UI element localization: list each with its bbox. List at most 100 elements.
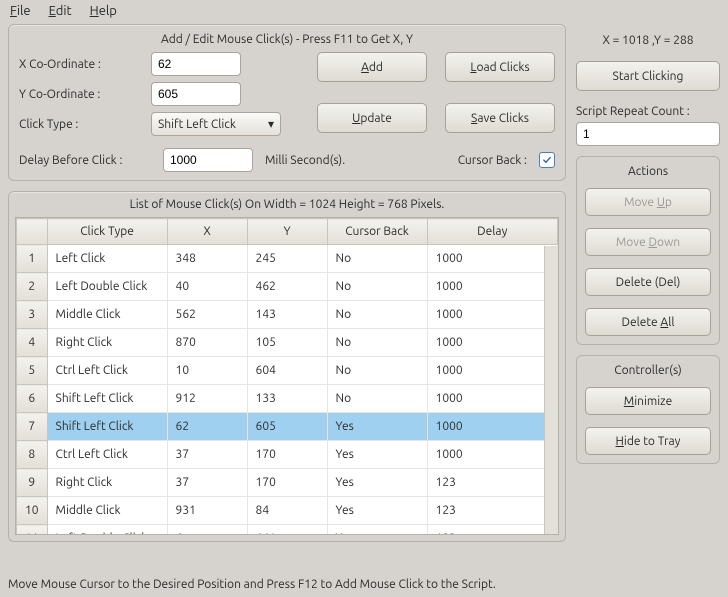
cell-type: Right Click — [47, 469, 167, 497]
move-up-button[interactable]: Move Up — [585, 188, 711, 216]
table-row[interactable]: 11 Left Double Click 6 441 Yes 123 — [17, 525, 558, 536]
row-num: 3 — [17, 301, 48, 329]
cell-type: Middle Click — [47, 301, 167, 329]
row-num: 8 — [17, 441, 48, 469]
cell-y: 604 — [247, 357, 327, 385]
col-delay[interactable]: Delay — [427, 219, 557, 245]
cell-y: 245 — [247, 245, 327, 273]
chevron-down-icon: ▾ — [268, 117, 274, 131]
row-num: 9 — [17, 469, 48, 497]
table-row[interactable]: 2 Left Double Click 40 462 No 1000 — [17, 273, 558, 301]
table-row[interactable]: 6 Shift Left Click 912 133 No 1000 — [17, 385, 558, 413]
save-clicks-button[interactable]: Save Clicks — [445, 103, 555, 133]
list-title: List of Mouse Click(s) On Width = 1024 H… — [15, 198, 559, 211]
cell-delay: 1000 — [427, 273, 557, 301]
click-type-label: Click Type : — [19, 118, 151, 131]
col-rownum[interactable] — [17, 219, 48, 245]
cell-x: 562 — [167, 301, 247, 329]
table-row[interactable]: 5 Ctrl Left Click 10 604 No 1000 — [17, 357, 558, 385]
row-num: 6 — [17, 385, 48, 413]
cell-y: 84 — [247, 497, 327, 525]
cell-y: 441 — [247, 525, 327, 536]
col-click-type[interactable]: Click Type — [47, 219, 167, 245]
x-input[interactable] — [151, 52, 241, 76]
cell-delay: 123 — [427, 497, 557, 525]
y-label: Y Co-Ordinate : — [19, 88, 151, 101]
table-row[interactable]: 3 Middle Click 562 143 No 1000 — [17, 301, 558, 329]
cell-y: 105 — [247, 329, 327, 357]
cell-y: 133 — [247, 385, 327, 413]
cell-cb: No — [327, 329, 427, 357]
cell-cb: No — [327, 301, 427, 329]
cursor-back-checkbox[interactable]: ✓ — [539, 152, 555, 168]
form-panel: Add / Edit Mouse Click(s) - Press F11 to… — [8, 24, 566, 181]
cell-type: Left Double Click — [47, 273, 167, 301]
scrollbar-vertical[interactable] — [544, 246, 558, 534]
live-coords: X = 1018 ,Y = 288 — [576, 34, 720, 47]
cell-cb: Yes — [327, 525, 427, 536]
form-title: Add / Edit Mouse Click(s) - Press F11 to… — [19, 33, 555, 46]
cell-x: 931 — [167, 497, 247, 525]
row-num: 10 — [17, 497, 48, 525]
cell-cb: No — [327, 245, 427, 273]
menu-edit[interactable]: Edit — [49, 4, 72, 18]
cell-cb: No — [327, 357, 427, 385]
delay-input[interactable] — [163, 148, 253, 172]
cell-delay: 123 — [427, 469, 557, 497]
table-row[interactable]: 9 Right Click 37 170 Yes 123 — [17, 469, 558, 497]
cell-x: 870 — [167, 329, 247, 357]
menu-file[interactable]: File — [10, 4, 31, 18]
cell-delay: 1000 — [427, 413, 557, 441]
col-y[interactable]: Y — [247, 219, 327, 245]
row-num: 2 — [17, 273, 48, 301]
delay-unit: Milli Second(s). — [265, 154, 345, 167]
cell-x: 10 — [167, 357, 247, 385]
cell-type: Left Click — [47, 245, 167, 273]
delete-all-button[interactable]: Delete All — [585, 308, 711, 336]
add-button[interactable]: Add — [317, 52, 427, 82]
cell-type: Right Click — [47, 329, 167, 357]
cell-delay: 1000 — [427, 357, 557, 385]
cell-x: 912 — [167, 385, 247, 413]
col-x[interactable]: X — [167, 219, 247, 245]
cell-y: 170 — [247, 469, 327, 497]
controllers-group: Controller(s) Minimize Hide to Tray — [576, 355, 720, 464]
cell-type: Middle Click — [47, 497, 167, 525]
x-label: X Co-Ordinate : — [19, 58, 151, 71]
cell-x: 37 — [167, 469, 247, 497]
cell-cb: Yes — [327, 469, 427, 497]
row-num: 7 — [17, 413, 48, 441]
move-down-button[interactable]: Move Down — [585, 228, 711, 256]
table-row[interactable]: 8 Ctrl Left Click 37 170 Yes 1000 — [17, 441, 558, 469]
cell-delay: 123 — [427, 525, 557, 536]
click-type-select[interactable]: Shift Left Click ▾ — [151, 112, 281, 136]
cell-cb: No — [327, 273, 427, 301]
cell-y: 605 — [247, 413, 327, 441]
cell-type: Ctrl Left Click — [47, 357, 167, 385]
y-input[interactable] — [151, 82, 241, 106]
table-row[interactable]: 1 Left Click 348 245 No 1000 — [17, 245, 558, 273]
cell-cb: Yes — [327, 413, 427, 441]
hide-to-tray-button[interactable]: Hide to Tray — [585, 427, 711, 455]
repeat-input[interactable] — [576, 122, 720, 146]
start-clicking-button[interactable]: Start Clicking — [576, 61, 720, 91]
cell-x: 40 — [167, 273, 247, 301]
delete-button[interactable]: Delete (Del) — [585, 268, 711, 296]
cell-x: 37 — [167, 441, 247, 469]
update-button[interactable]: Update — [317, 103, 427, 133]
row-num: 5 — [17, 357, 48, 385]
menu-help[interactable]: Help — [90, 4, 117, 18]
table-row[interactable]: 4 Right Click 870 105 No 1000 — [17, 329, 558, 357]
clicks-table[interactable]: Click Type X Y Cursor Back Delay 1 Left … — [15, 217, 559, 535]
minimize-button[interactable]: Minimize — [585, 387, 711, 415]
col-cursor-back[interactable]: Cursor Back — [327, 219, 427, 245]
cell-delay: 1000 — [427, 301, 557, 329]
menubar: File Edit Help — [0, 0, 728, 20]
cell-type: Ctrl Left Click — [47, 441, 167, 469]
cell-cb: Yes — [327, 497, 427, 525]
table-row[interactable]: 7 Shift Left Click 62 605 Yes 1000 — [17, 413, 558, 441]
row-num: 11 — [17, 525, 48, 536]
table-row[interactable]: 10 Middle Click 931 84 Yes 123 — [17, 497, 558, 525]
cell-type: Shift Left Click — [47, 385, 167, 413]
load-clicks-button[interactable]: Load Clicks — [445, 52, 555, 82]
